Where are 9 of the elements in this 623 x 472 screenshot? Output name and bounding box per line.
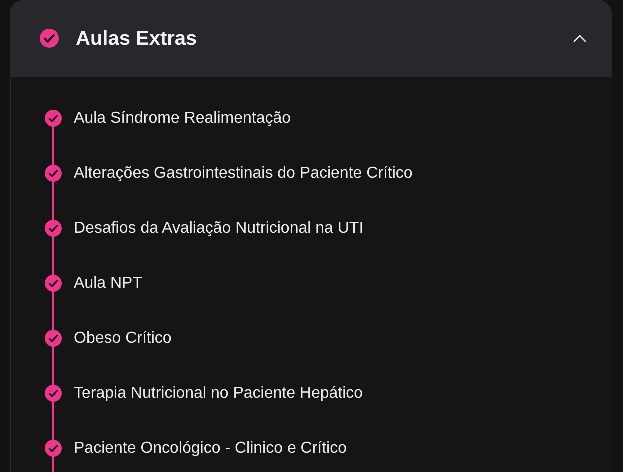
lesson-link[interactable]: Obeso Crítico — [74, 326, 172, 350]
section-title: Aulas Extras — [76, 26, 198, 52]
lesson-link[interactable]: Alterações Gastrointestinais do Paciente Crítico — [74, 162, 413, 186]
lesson-link[interactable]: Desafios da Avaliação Nutricional na UTI — [74, 216, 364, 240]
lesson-link[interactable]: Terapia Nutricional no Paciente Hepático — [74, 382, 364, 406]
lesson-link[interactable]: Paciente Oncológico - Clinico e Crítico — [74, 436, 348, 460]
accordion-header[interactable]: Aulas Extras — [11, 0, 612, 77]
lesson-link[interactable]: Aula NPT — [74, 272, 142, 296]
lesson-link[interactable]: Aula Síndrome Realimentação — [74, 106, 292, 130]
